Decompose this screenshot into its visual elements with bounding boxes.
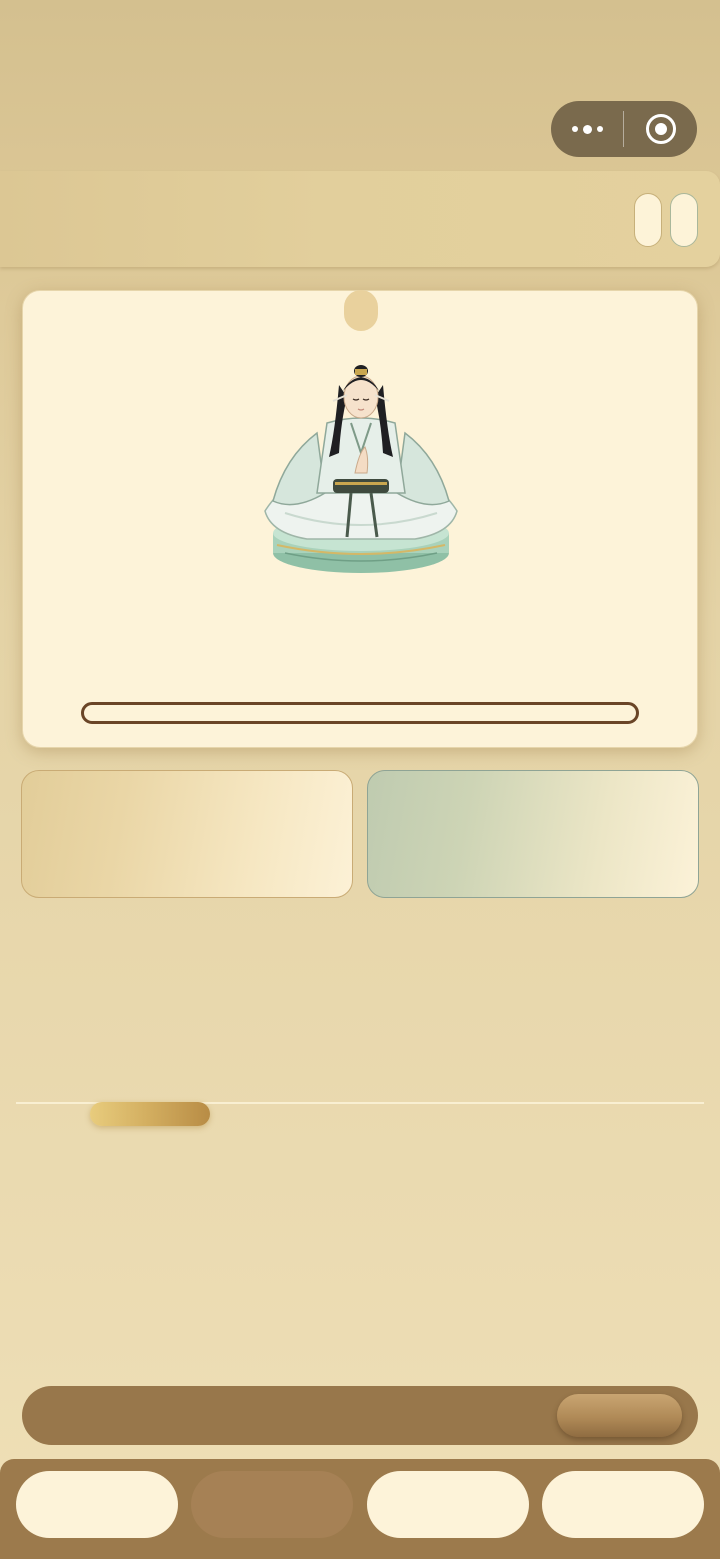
action-bar — [22, 1386, 698, 1445]
gold-tab-indicator[interactable] — [90, 1102, 210, 1126]
tab-3[interactable] — [367, 1471, 529, 1538]
tab-2-active[interactable] — [191, 1471, 353, 1538]
cultivation-progress-bar — [81, 702, 639, 724]
action-button[interactable] — [557, 1394, 682, 1437]
close-miniprogram-button[interactable] — [624, 101, 697, 157]
jade-feature-tile[interactable] — [367, 770, 699, 898]
header-band — [0, 171, 720, 267]
more-menu-button[interactable] — [551, 101, 623, 157]
more-dots-icon — [571, 126, 578, 132]
seated-cultivator-figure[interactable] — [255, 361, 467, 581]
target-circle-icon — [645, 114, 676, 144]
cultivation-card — [22, 290, 698, 748]
tab-4[interactable] — [542, 1471, 704, 1538]
tab-1[interactable] — [16, 1471, 178, 1538]
card-top-tab[interactable] — [344, 290, 378, 331]
mini-program-capsule — [551, 101, 697, 157]
gold-feature-tile[interactable] — [21, 770, 353, 898]
header-pill-button-2[interactable] — [670, 193, 698, 247]
header-pill-button-1[interactable] — [634, 193, 662, 247]
bottom-tab-bar — [0, 1459, 720, 1559]
